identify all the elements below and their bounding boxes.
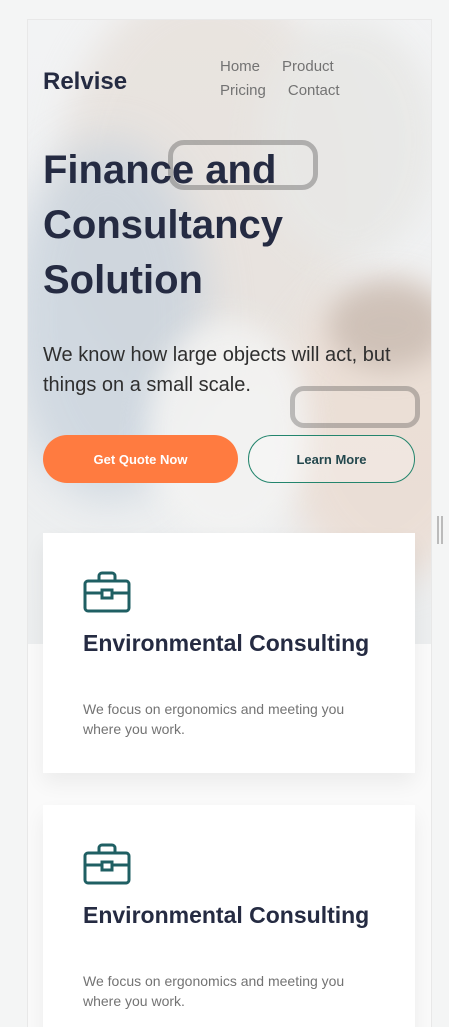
page-frame: Relvise Home Product Pricing Contact Fin… — [28, 20, 431, 1027]
brand-logo[interactable]: Relvise — [43, 68, 127, 96]
hero-title: Finance and Consultancy Solution — [43, 148, 284, 302]
nav-item-home[interactable]: Home — [220, 58, 260, 76]
learn-more-button[interactable]: Learn More — [248, 435, 415, 483]
main-nav: Home Product Pricing Contact — [220, 58, 370, 100]
nav-item-contact[interactable]: Contact — [288, 82, 340, 100]
card-title: Environmental Consulting — [83, 630, 370, 656]
service-card: Environmental Consulting We focus on erg… — [43, 805, 415, 1027]
briefcase-icon — [83, 571, 131, 613]
nav-item-product[interactable]: Product — [282, 58, 334, 76]
card-text: We focus on ergonomics and meeting you w… — [83, 973, 345, 1009]
service-card: Environmental Consulting We focus on erg… — [43, 533, 415, 773]
resize-handle[interactable] — [437, 516, 443, 544]
nav-item-pricing[interactable]: Pricing — [220, 82, 266, 100]
card-text: We focus on ergonomics and meeting you w… — [83, 701, 345, 737]
card-title: Environmental Consulting — [83, 902, 370, 928]
briefcase-icon — [83, 843, 131, 885]
hero-subtitle: We know how large objects will act, but … — [43, 344, 391, 396]
get-quote-button[interactable]: Get Quote Now — [43, 435, 238, 483]
